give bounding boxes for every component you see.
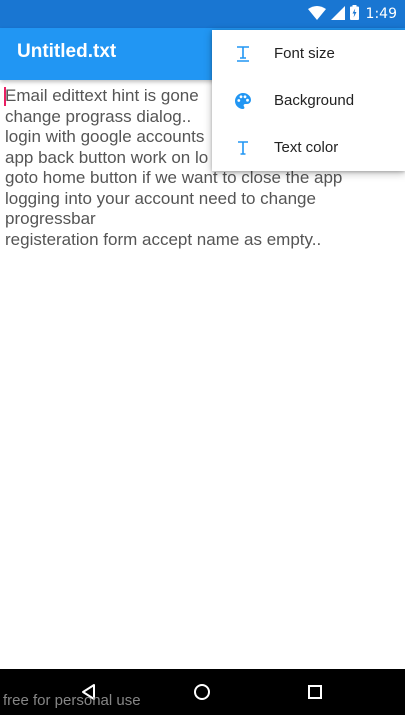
editor-line: registeration form accept name as empty.…	[5, 229, 322, 249]
menu-item-label: Background	[274, 92, 355, 109]
status-bar: 1:49	[0, 0, 405, 28]
editor-line: goto home button if we want to close the…	[5, 168, 343, 187]
text-color-icon	[234, 139, 252, 157]
menu-item-font-size[interactable]: Font size	[212, 30, 405, 77]
watermark-text: free for personal use	[3, 692, 141, 709]
font-size-icon	[234, 45, 252, 63]
palette-icon	[234, 92, 252, 110]
battery-charging-icon	[349, 4, 359, 24]
wifi-icon	[307, 5, 326, 24]
status-time: 1:49	[365, 6, 397, 22]
recents-icon[interactable]	[304, 681, 326, 703]
signal-icon	[330, 5, 345, 24]
editor-line: logging into your account need to change	[5, 188, 316, 208]
menu-item-label: Text color	[274, 139, 339, 156]
menu-item-label: Font size	[274, 45, 335, 62]
app-title: Untitled.txt	[17, 41, 117, 62]
overflow-menu: Font size Background Text color	[212, 30, 405, 171]
menu-item-text-color[interactable]: Text color	[212, 124, 405, 171]
home-icon[interactable]	[191, 681, 213, 703]
editor-line: progressbar	[5, 209, 96, 228]
status-icons: 1:49	[307, 4, 397, 24]
menu-item-background[interactable]: Background	[212, 77, 405, 124]
text-cursor	[4, 87, 6, 106]
